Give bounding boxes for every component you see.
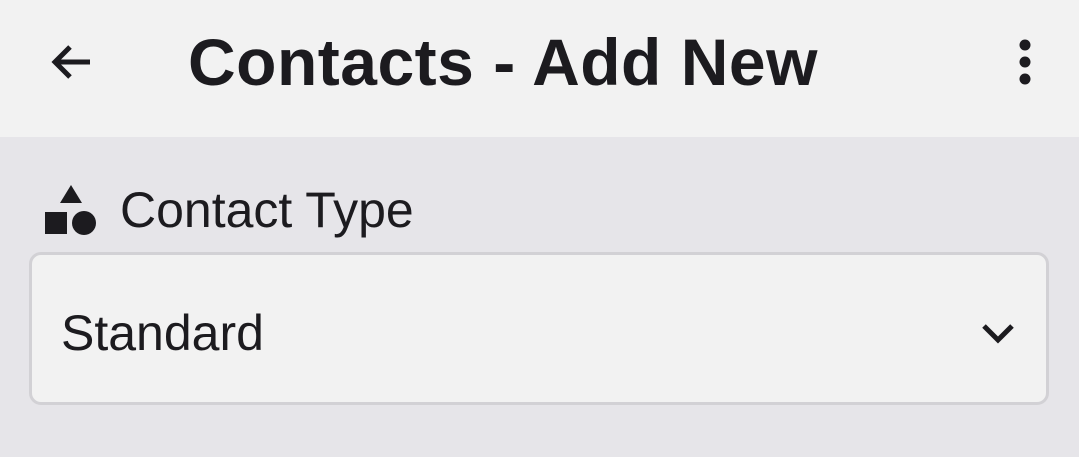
chevron-down-icon — [982, 324, 1014, 344]
shapes-icon — [45, 185, 96, 235]
contact-type-selected-value: Standard — [61, 305, 264, 361]
page-title: Contacts - Add New — [188, 25, 818, 99]
more-vertical-icon — [1019, 39, 1031, 85]
app-bar: Contacts - Add New — [0, 0, 1079, 137]
more-options-button[interactable] — [1000, 22, 1050, 102]
contact-type-label: Contact Type — [120, 182, 414, 238]
contact-type-select[interactable]: Standard — [29, 252, 1049, 405]
contact-type-label-row: Contact Type — [44, 178, 414, 242]
arrow-left-icon — [51, 45, 90, 79]
back-button[interactable] — [30, 20, 114, 104]
